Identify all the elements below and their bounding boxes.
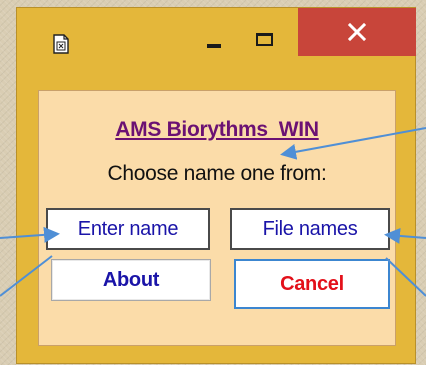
app-title-link[interactable]: AMS Biorythms WIN [39,118,395,142]
maximize-button[interactable] [247,24,281,54]
minimize-icon [207,44,221,48]
enter-name-button[interactable]: Enter name [46,208,210,250]
about-button[interactable]: About [51,259,211,301]
minimize-button[interactable] [197,26,231,56]
cancel-button[interactable]: Cancel [234,259,390,309]
choose-name-prompt: Choose name one from: [107,162,327,185]
file-names-button[interactable]: File names [230,208,390,250]
maximize-icon [255,32,273,46]
close-button[interactable] [298,8,416,56]
title-bar[interactable] [17,8,416,72]
app-document-icon[interactable] [51,34,71,54]
dialog-window: AMS Biorythms WIN Choose name one from: … [16,7,416,364]
close-icon [348,23,366,41]
dialog-client-area: AMS Biorythms WIN Choose name one from: … [38,90,396,346]
